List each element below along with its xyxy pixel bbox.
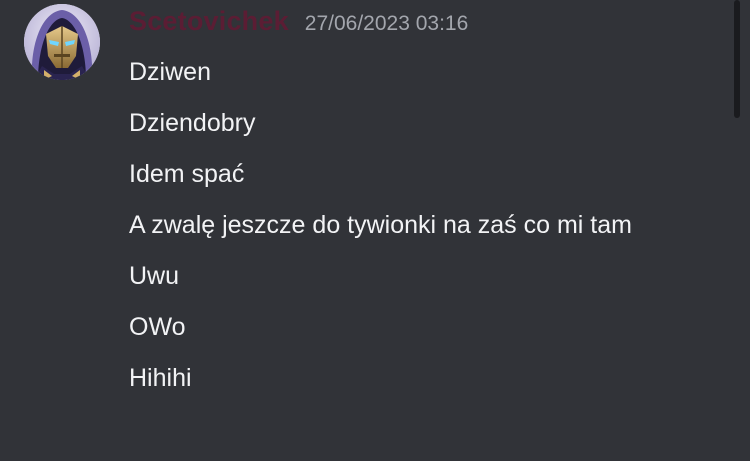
- message-text[interactable]: Uwu: [129, 254, 709, 298]
- chat-message-group: Scetovichek 27/06/2023 03:16 Dziwen Dzie…: [0, 0, 750, 461]
- message-text[interactable]: OWo: [129, 305, 709, 349]
- message-text[interactable]: Idem spać: [129, 152, 709, 196]
- message-list: Dziwen Dziendobry Idem spać A zwalę jesz…: [129, 50, 709, 407]
- message-text[interactable]: Dziendobry: [129, 101, 709, 145]
- hooded-robot-avatar-icon: [24, 4, 100, 80]
- message-timestamp[interactable]: 27/06/2023 03:16: [305, 12, 469, 36]
- username[interactable]: Scetovichek: [129, 6, 289, 37]
- message-text[interactable]: Dziwen: [129, 50, 709, 94]
- user-avatar[interactable]: [24, 4, 100, 80]
- message-text[interactable]: A zwalę jeszcze do tywionki na zaś co mi…: [129, 203, 709, 247]
- message-text[interactable]: Hihihi: [129, 356, 709, 400]
- scrollbar-thumb[interactable]: [734, 0, 740, 118]
- message-header: Scetovichek 27/06/2023 03:16: [129, 6, 468, 40]
